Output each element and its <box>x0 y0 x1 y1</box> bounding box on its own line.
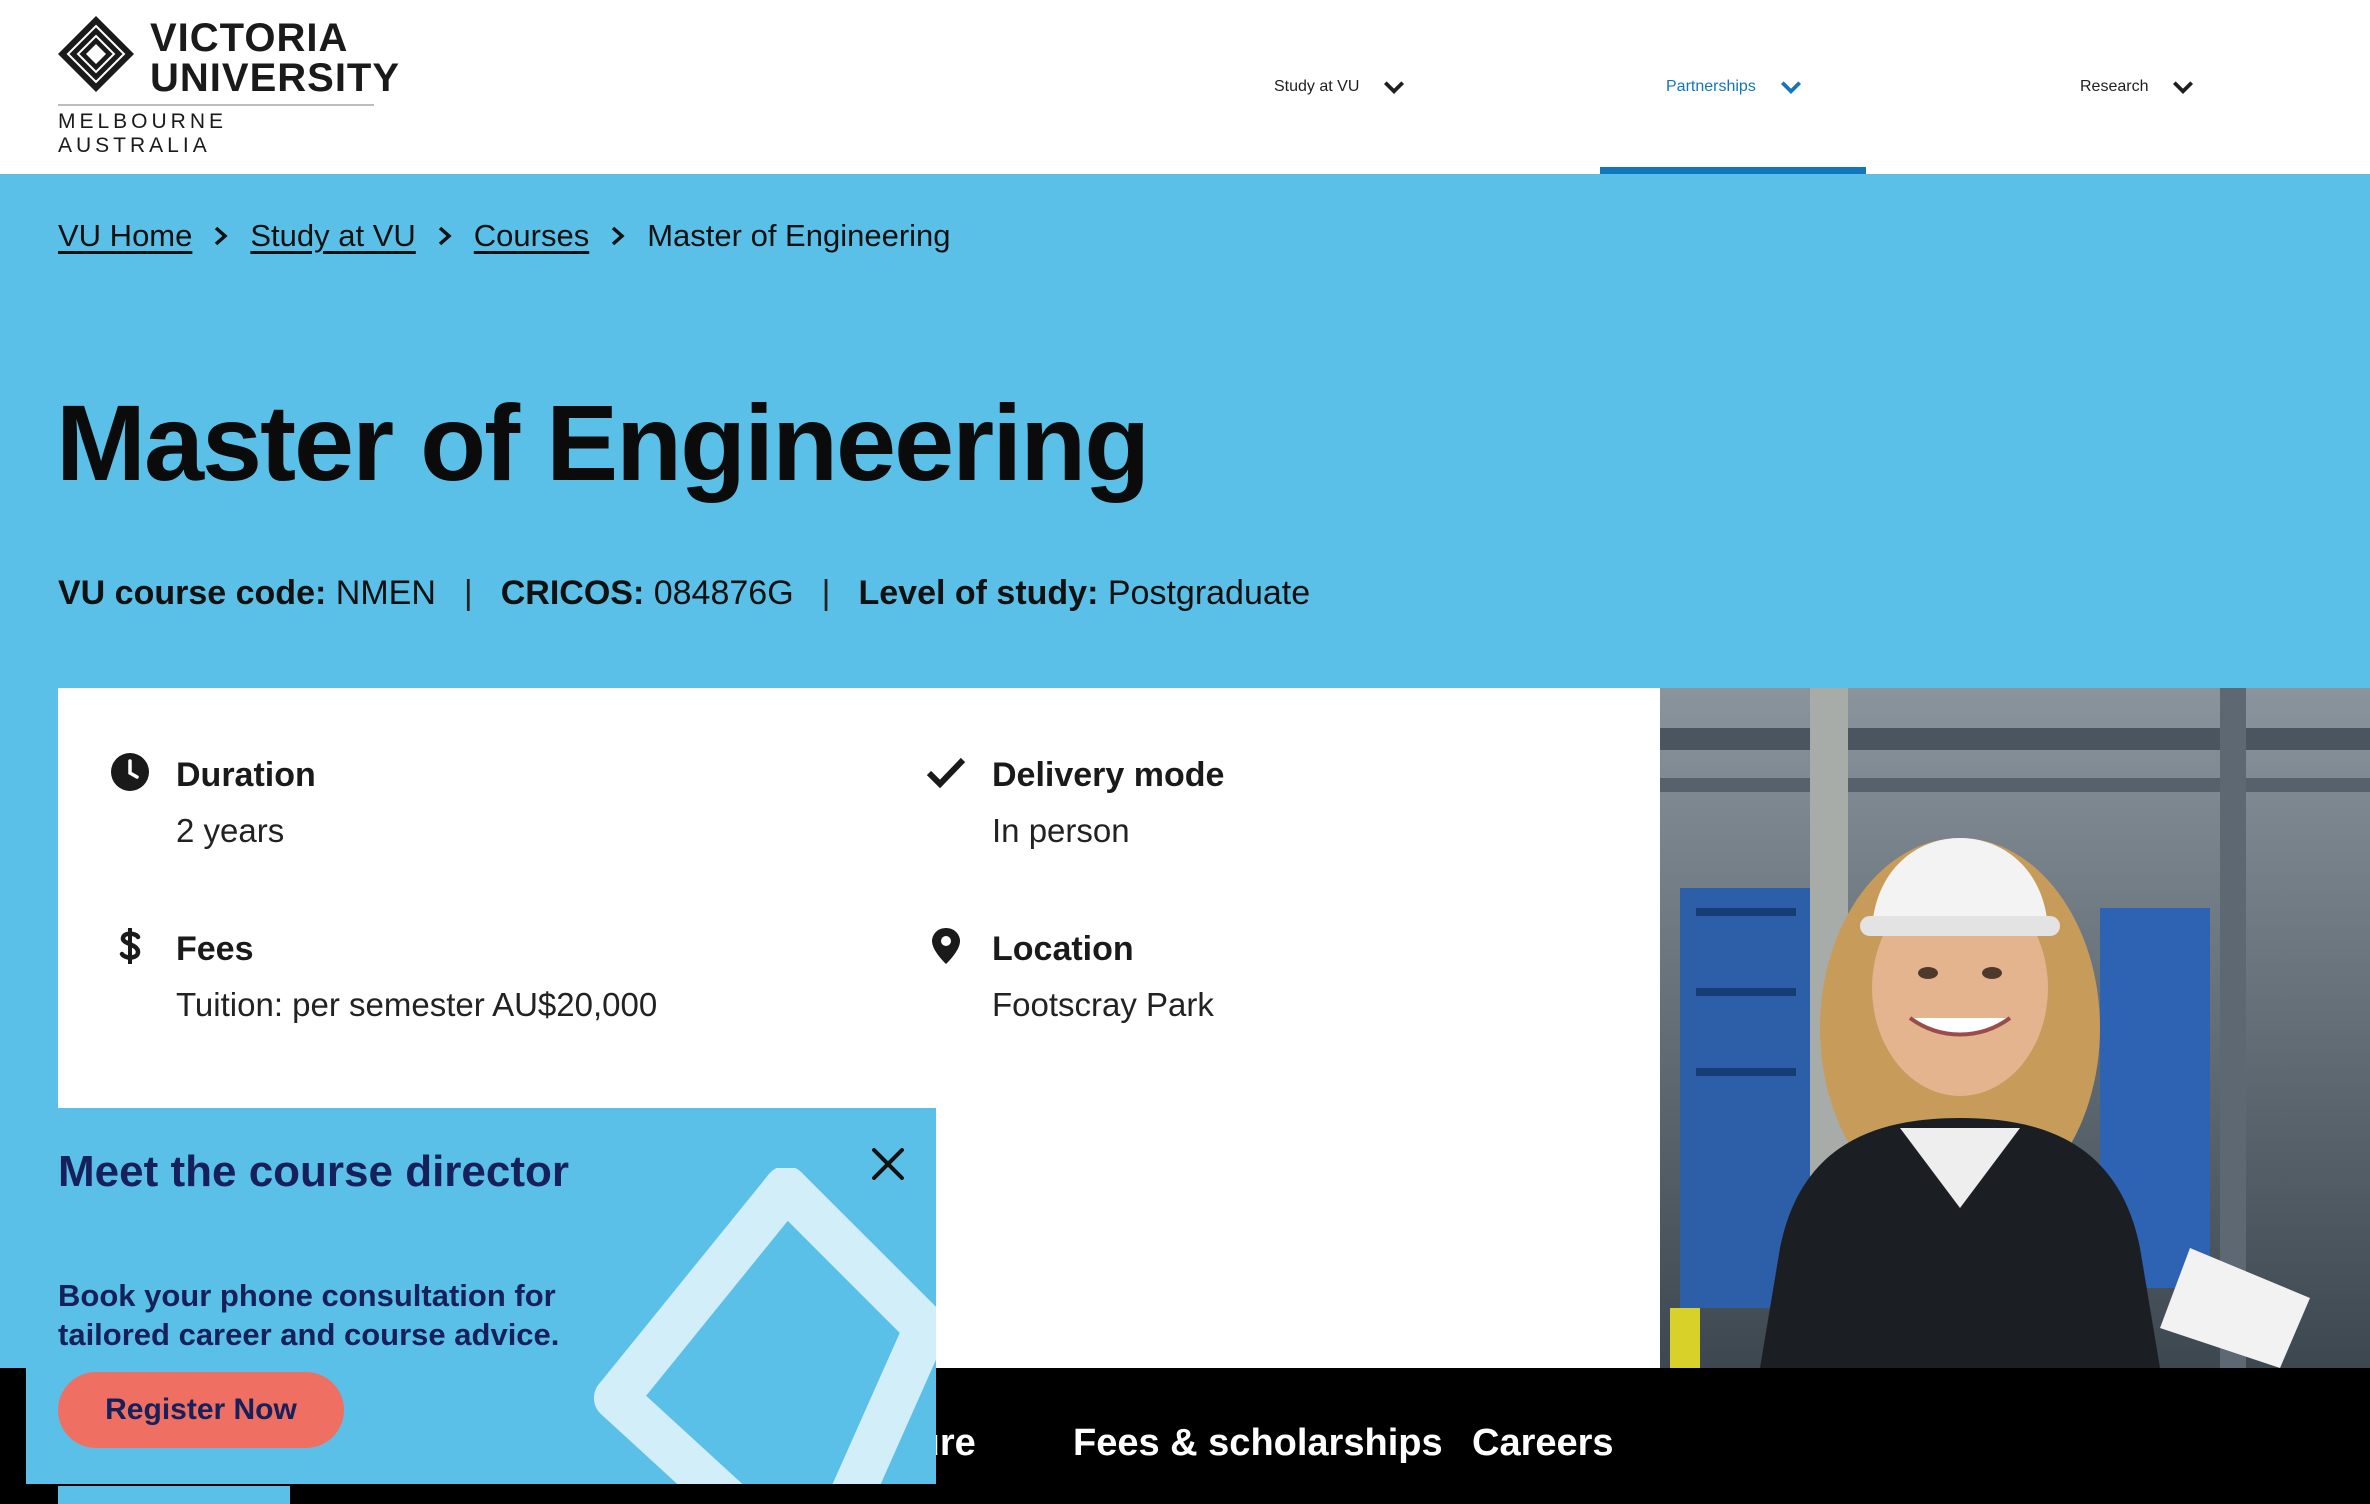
popup-title: Meet the course director <box>58 1147 570 1196</box>
course-code-value: NMEN <box>335 574 436 612</box>
chevron-down-icon <box>2173 81 2194 95</box>
course-director-popup: Meet the course director Book your phone… <box>26 1108 936 1484</box>
fact-value: Footscray Park <box>992 986 1214 1023</box>
cricos-value: 084876G <box>653 574 794 612</box>
location-pin-icon <box>932 928 960 964</box>
page-title: Master of Engineering <box>56 382 1150 503</box>
dollar-icon <box>119 928 141 964</box>
active-tab-indicator <box>58 1486 290 1504</box>
logo-subtitle: MELBOURNE AUSTRALIA <box>58 104 374 158</box>
engineer-photo-illustration <box>1660 688 2370 1368</box>
breadcrumb-link-study-at-vu[interactable]: Study at VU <box>250 218 415 254</box>
chevron-right-icon <box>612 226 625 246</box>
chevron-down-icon <box>1384 81 1405 95</box>
fact-value: 2 years <box>176 812 285 849</box>
logo-diamond-icon <box>58 16 134 92</box>
meta-separator: | <box>821 574 831 612</box>
close-icon[interactable] <box>866 1142 910 1186</box>
breadcrumb: VU Home Study at VU Courses Master of En… <box>58 218 951 254</box>
cricos-code: CRICOS: 084876G <box>501 574 794 613</box>
nav-label: Research <box>2080 78 2149 95</box>
fact-label: Location <box>992 930 1134 968</box>
meta-separator: | <box>463 574 473 612</box>
breadcrumb-link-courses[interactable]: Courses <box>474 218 589 254</box>
nav-label: Study at VU <box>1274 78 1360 95</box>
fact-value: Tuition: per semester AU$20,000 <box>176 986 658 1023</box>
tab-fees-scholarships[interactable]: Fees & scholarships <box>1073 1422 1443 1465</box>
chevron-down-icon <box>1780 81 1801 95</box>
nav-research[interactable]: Research <box>2080 0 2196 174</box>
breadcrumb-current: Master of Engineering <box>647 218 951 253</box>
nav-study-at-vu[interactable]: Study at VU <box>1274 0 1407 174</box>
nav-label: Partnerships <box>1666 78 1756 95</box>
level-of-study: Level of study: Postgraduate <box>858 574 1310 613</box>
clock-icon <box>111 753 149 791</box>
register-now-button[interactable]: Register Now <box>58 1372 344 1448</box>
logo-name-line1: VICTORIA <box>150 16 349 60</box>
cricos-label: CRICOS: <box>500 574 645 612</box>
chevron-right-icon <box>438 226 452 246</box>
university-logo[interactable]: VICTORIA UNIVERSITY MELBOURNE AUSTRALIA <box>58 16 399 157</box>
fact-label: Duration <box>176 756 316 794</box>
tab-careers[interactable]: Careers <box>1472 1422 1614 1465</box>
popup-body: Book your phone consultation for tailore… <box>58 1278 560 1352</box>
chevron-right-icon <box>215 226 229 246</box>
course-hero-photo <box>1660 688 2370 1368</box>
logo-name-line2: UNIVERSITY <box>150 56 401 100</box>
fact-label: Fees <box>176 930 254 968</box>
course-code: VU course code: NMEN <box>58 574 436 613</box>
nav-partnerships[interactable]: Partnerships <box>1600 0 1866 174</box>
level-label: Level of study: <box>858 574 1099 612</box>
check-icon <box>926 757 966 789</box>
level-value: Postgraduate <box>1107 574 1311 612</box>
fact-label: Delivery mode <box>992 756 1225 794</box>
site-header: VICTORIA UNIVERSITY MELBOURNE AUSTRALIA … <box>0 0 2370 174</box>
course-meta: VU course code: NMEN | CRICOS: 084876G |… <box>58 574 1310 613</box>
logo-wordmark: VICTORIA UNIVERSITY <box>150 18 400 98</box>
fact-value: In person <box>992 812 1130 849</box>
course-code-label: VU course code: <box>58 574 327 612</box>
breadcrumb-link-vu-home[interactable]: VU Home <box>58 218 192 254</box>
